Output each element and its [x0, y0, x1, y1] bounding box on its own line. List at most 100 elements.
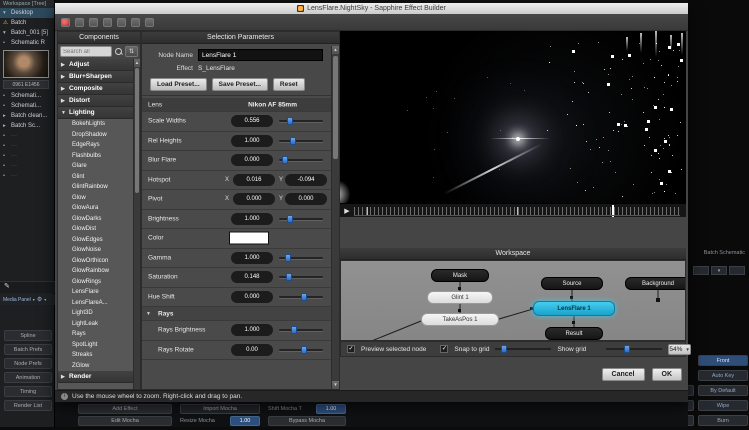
color-swatch[interactable] — [229, 232, 269, 245]
component-group-composite[interactable]: ▶Composite — [58, 83, 133, 95]
component-item-glowrings[interactable]: GlowRings — [58, 277, 133, 288]
graph-node-mask[interactable]: Mask — [431, 269, 489, 282]
component-item-edgerays[interactable]: EdgeRays — [58, 140, 133, 151]
lens-value[interactable]: Nikon AF 85mm — [248, 101, 297, 108]
scrollbar-thumb[interactable] — [333, 56, 338, 159]
bg-button-wipe[interactable]: Wipe — [698, 400, 748, 411]
bypass-mocha-button[interactable]: Bypass Mocha — [268, 416, 346, 426]
zoom-slider[interactable] — [606, 345, 662, 353]
components-scrollbar[interactable]: ▲ — [133, 59, 140, 389]
side-button-animation[interactable]: Animation — [4, 372, 52, 383]
parameters-scrollbar[interactable]: ▲ ▼ — [331, 46, 339, 389]
tree-item[interactable]: •Schemati... — [0, 101, 54, 111]
chevron-down-icon[interactable]: ▼ — [146, 311, 151, 317]
tree-item[interactable]: ⚠Batch — [0, 18, 54, 28]
tree-item[interactable]: •··· — [0, 141, 54, 151]
component-item-glow[interactable]: Glow — [58, 193, 133, 204]
slider-handle[interactable] — [287, 117, 293, 125]
component-item-glownoise[interactable]: GlowNoise — [58, 245, 133, 256]
sort-filter-button[interactable]: ⇅ — [125, 46, 138, 57]
component-item-glowaura[interactable]: GlowAura — [58, 203, 133, 214]
component-item-spotlight[interactable]: SpotLight — [58, 340, 133, 351]
gear-icon[interactable]: ⚙ — [37, 296, 42, 303]
reset-button[interactable]: Reset — [273, 78, 305, 91]
tree-item[interactable]: •··· — [0, 151, 54, 161]
play-icon[interactable]: ▶ — [340, 207, 354, 215]
component-item-rays[interactable]: Rays — [58, 329, 133, 340]
component-item-lensflare[interactable]: LensFlare — [58, 287, 133, 298]
component-group-adjust[interactable]: ▶Adjust — [58, 59, 133, 71]
chevron-down-icon[interactable]: ▾ — [44, 297, 46, 302]
component-item-streaks[interactable]: Streaks — [58, 350, 133, 361]
new-icon[interactable] — [75, 18, 84, 27]
component-item-gloworthicon[interactable]: GlowOrthicon — [58, 256, 133, 267]
graph-node-takeaspos-1[interactable]: TakeAsPos 1 — [421, 313, 499, 326]
graph-node-source[interactable]: Source — [541, 277, 603, 290]
slider-handle[interactable] — [287, 215, 293, 223]
timeline-ruler[interactable] — [354, 207, 680, 215]
param-x-field[interactable]: 0.016 — [233, 174, 275, 186]
scroll-down-icon[interactable]: ▼ — [332, 381, 339, 389]
component-group-lighting[interactable]: ▼Lighting — [58, 107, 133, 119]
slider-handle[interactable] — [291, 326, 297, 334]
grid-size-slider[interactable] — [495, 345, 551, 353]
slider-handle[interactable] — [285, 254, 291, 262]
slider-handle[interactable] — [282, 156, 288, 164]
component-item-glint[interactable]: Glint — [58, 172, 133, 183]
component-item-lightleak[interactable]: LightLeak — [58, 319, 133, 330]
graph-node-glint-1[interactable]: Glint 1 — [427, 291, 493, 304]
zoom-level-dropdown[interactable]: 54% ▼ — [668, 344, 690, 355]
clip-thumbnail[interactable] — [3, 50, 49, 78]
side-button-timing[interactable]: Timing — [4, 386, 52, 397]
bg-button-auto-key[interactable]: Auto Key — [698, 370, 748, 381]
param-slider[interactable] — [279, 326, 323, 334]
param-x-field[interactable]: 0.000 — [233, 193, 275, 205]
add-effect-button[interactable]: Add Effect — [78, 404, 172, 414]
component-item-light3d[interactable]: Light3D — [58, 308, 133, 319]
save-icon[interactable] — [103, 18, 112, 27]
component-item-lensflarea[interactable]: LensFlareA... — [58, 298, 133, 309]
param-value-field[interactable]: 1.000 — [231, 213, 273, 225]
param-y-field[interactable]: -0.094 — [285, 174, 327, 186]
scrollbar-thumb[interactable] — [135, 68, 139, 193]
component-item-glare[interactable]: Glare — [58, 161, 133, 172]
component-item-bokehlights[interactable]: BokehLights — [58, 119, 133, 130]
preview-selected-checkbox[interactable]: ✓ — [347, 345, 355, 353]
slider-handle[interactable] — [301, 346, 307, 354]
shift-mocha-field[interactable]: 1.00 — [316, 404, 346, 414]
graph-node-lensflare-1[interactable]: LensFlare 1 — [533, 301, 615, 316]
save-as-icon[interactable] — [117, 18, 126, 27]
load-preset-button[interactable]: Load Preset... — [150, 78, 207, 91]
tree-item[interactable]: •Schemati... — [0, 91, 54, 101]
param-y-field[interactable]: 0.000 — [285, 193, 327, 205]
side-button-spline[interactable]: Spline — [4, 330, 52, 341]
node-graph[interactable]: MaskGlint 1TakeAsPos 1SourceLensFlare 1B… — [340, 260, 686, 341]
component-item-dropshadow[interactable]: DropShadow — [58, 130, 133, 141]
component-item-flashbulbs[interactable]: Flashbulbs — [58, 151, 133, 162]
component-group-distort[interactable]: ▶Distort — [58, 95, 133, 107]
flag-icon[interactable] — [131, 18, 140, 27]
slider-handle[interactable] — [301, 293, 307, 301]
bg-button-front[interactable]: Front — [698, 355, 748, 366]
edit-mocha-button[interactable]: Edit Mocha — [78, 416, 172, 426]
ok-button[interactable]: OK — [652, 368, 683, 381]
component-item-glowrainbow[interactable]: GlowRainbow — [58, 266, 133, 277]
param-value-field[interactable]: 1.000 — [231, 324, 273, 336]
graph-node-result[interactable]: Result — [545, 327, 603, 340]
node-name-input[interactable] — [198, 49, 323, 61]
component-item-zglow[interactable]: ZGlow — [58, 361, 133, 372]
import-mocha-button[interactable]: Import Mocha — [180, 404, 260, 414]
param-slider[interactable] — [279, 346, 323, 354]
search-input[interactable] — [60, 46, 112, 57]
side-button-node-prefs[interactable]: Node Prefs — [4, 358, 52, 369]
param-value-field[interactable]: 0.000 — [231, 291, 273, 303]
param-value-field[interactable]: 0.00 — [231, 344, 273, 356]
tree-item[interactable]: ▸Batch Sc... — [0, 121, 54, 131]
grid-control[interactable] — [693, 266, 709, 275]
snap-to-grid-checkbox[interactable]: ✓ — [440, 345, 448, 353]
param-slider[interactable] — [279, 293, 323, 301]
dialog-titlebar[interactable]: LensFlare.NightSky - Sapphire Effect Bui… — [55, 3, 688, 14]
tree-item[interactable]: •··· — [0, 161, 54, 171]
scene-icon[interactable] — [61, 18, 70, 27]
component-group-render[interactable]: ▶Render — [58, 371, 133, 383]
